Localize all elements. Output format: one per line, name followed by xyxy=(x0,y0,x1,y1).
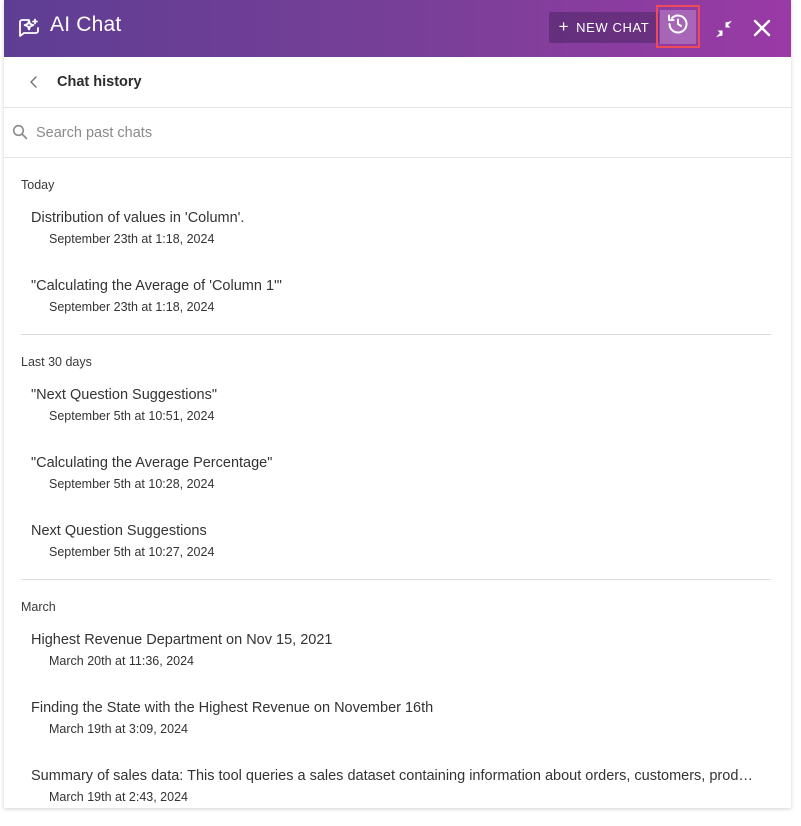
chat-date: September 5th at 10:51, 2024 xyxy=(49,409,215,423)
chat-history-list: Today Distribution of values in 'Column'… xyxy=(4,158,791,808)
chat-title: "Next Question Suggestions" xyxy=(31,387,218,403)
chat-history-item[interactable]: "Calculating the Average of 'Column 1'" … xyxy=(4,266,791,334)
chat-date: March 20th at 11:36, 2024 xyxy=(49,654,195,668)
chat-history-item[interactable]: Summary of sales data: This tool queries… xyxy=(4,756,791,808)
chat-title: Highest Revenue Department on Nov 15, 20… xyxy=(31,632,333,648)
new-chat-label: NEW CHAT xyxy=(576,20,650,35)
chat-history-item[interactable]: Next Question Suggestions September 5th … xyxy=(4,511,791,579)
group-label: March xyxy=(21,600,56,614)
chat-date: September 5th at 10:27, 2024 xyxy=(49,545,215,559)
chat-history-header: Chat history xyxy=(4,57,791,108)
chevron-left-icon[interactable] xyxy=(26,74,42,90)
chat-history-item[interactable]: "Next Question Suggestions" September 5t… xyxy=(4,375,791,443)
chat-history-button[interactable] xyxy=(656,5,700,48)
chat-history-title: Chat history xyxy=(57,74,142,90)
search-bar xyxy=(4,108,791,158)
panel-title: AI Chat xyxy=(50,13,122,36)
close-icon[interactable] xyxy=(750,16,774,40)
plus-icon: + xyxy=(558,17,570,36)
group-label: Last 30 days xyxy=(21,355,92,369)
chat-date: September 23th at 1:18, 2024 xyxy=(49,232,215,246)
chat-title: Summary of sales data: This tool queries… xyxy=(31,768,756,784)
chat-title: "Calculating the Average Percentage" xyxy=(31,455,273,471)
new-chat-button[interactable]: + NEW CHAT xyxy=(549,12,659,43)
history-group-last-30-days: Last 30 days "Next Question Suggestions"… xyxy=(4,335,791,579)
search-input[interactable] xyxy=(34,120,778,146)
chat-date: September 5th at 10:28, 2024 xyxy=(49,477,215,491)
chat-title: Next Question Suggestions xyxy=(31,523,207,539)
chat-date: March 19th at 3:09, 2024 xyxy=(49,722,188,736)
chat-history-item[interactable]: Distribution of values in 'Column'. Sept… xyxy=(4,198,791,266)
chat-title: Distribution of values in 'Column'. xyxy=(31,210,245,226)
chat-title: Finding the State with the Highest Reven… xyxy=(31,700,434,716)
panel-header: AI Chat + NEW CHAT xyxy=(4,0,791,57)
chat-history-item[interactable]: "Calculating the Average Percentage" Sep… xyxy=(4,443,791,511)
ai-chat-panel: AI Chat + NEW CHAT Chat history Search p… xyxy=(4,0,791,808)
chat-date: September 23th at 1:18, 2024 xyxy=(49,300,215,314)
history-clock-icon xyxy=(666,12,690,41)
chat-sparkle-icon xyxy=(17,17,41,41)
search-icon xyxy=(12,124,28,140)
chat-history-item[interactable]: Finding the State with the Highest Reven… xyxy=(4,688,791,756)
history-group-march: March Highest Revenue Department on Nov … xyxy=(4,580,791,808)
chat-history-item[interactable]: Highest Revenue Department on Nov 15, 20… xyxy=(4,620,791,688)
group-label: Today xyxy=(21,178,55,192)
chat-history-button-inner xyxy=(660,9,696,44)
chat-title: "Calculating the Average of 'Column 1'" xyxy=(31,278,282,294)
chat-date: March 19th at 2:43, 2024 xyxy=(49,790,188,804)
history-group-today: Today Distribution of values in 'Column'… xyxy=(4,158,791,334)
collapse-arrows-icon[interactable] xyxy=(712,17,736,41)
